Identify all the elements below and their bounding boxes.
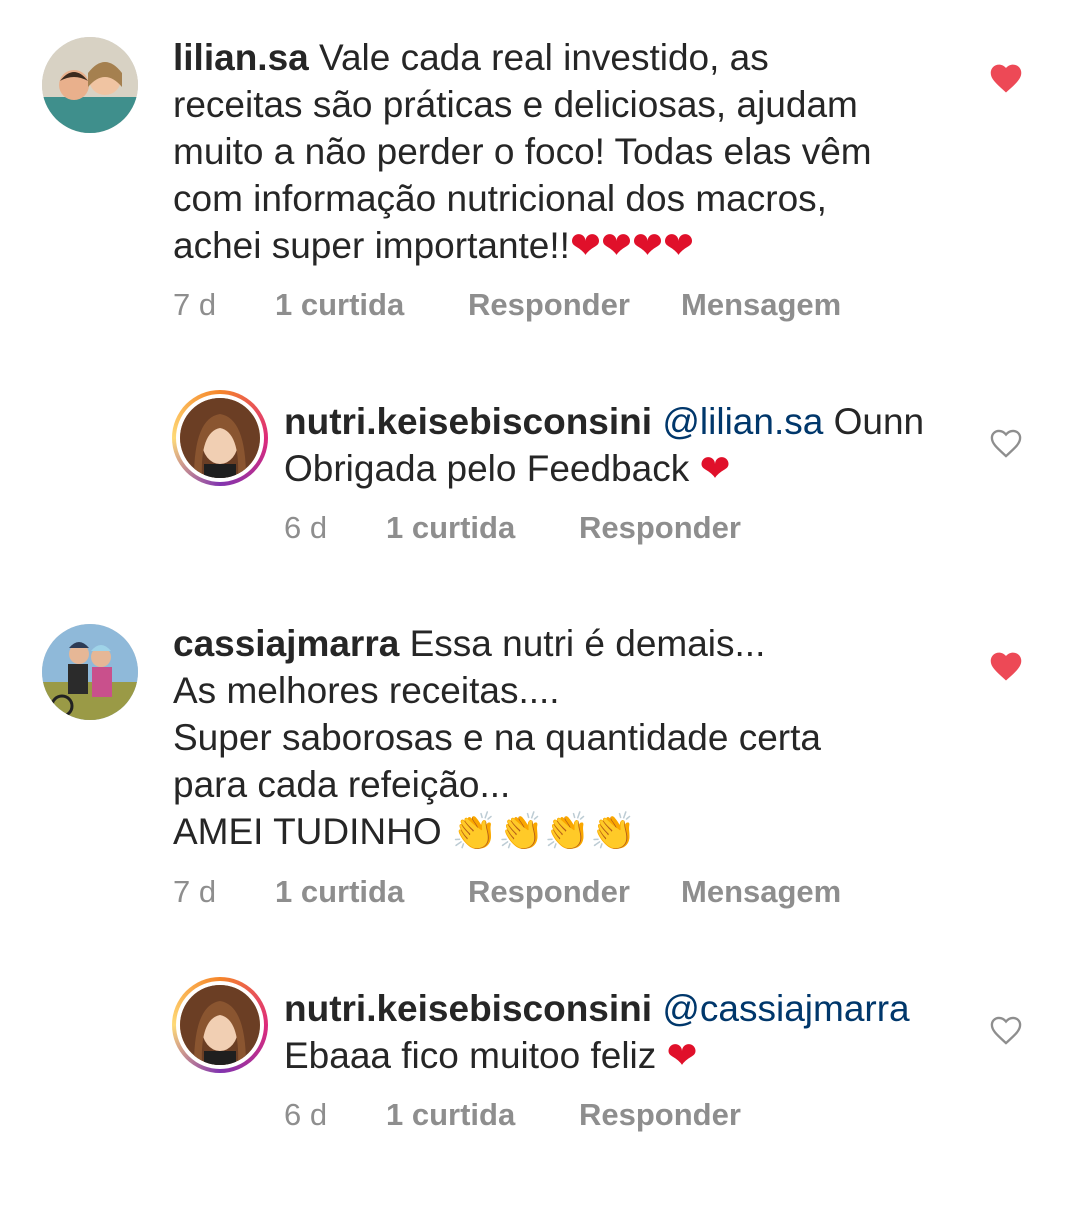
- likes-count[interactable]: 1 curtida: [386, 1097, 579, 1133]
- heart-outline-icon[interactable]: [988, 1014, 1024, 1046]
- likes-count[interactable]: 1 curtida: [275, 287, 468, 323]
- likes-count[interactable]: 1 curtida: [275, 874, 468, 910]
- comment-text: nutri.keisebisconsini @lilian.sa Ounn Ob…: [284, 398, 964, 492]
- avatar[interactable]: [42, 37, 138, 133]
- comment-time: 6 d: [284, 510, 328, 545]
- likes-count[interactable]: 1 curtida: [386, 510, 579, 546]
- heart-emoji: ❤❤❤❤: [569, 225, 694, 266]
- mention-link[interactable]: @cassiajmarra: [662, 988, 909, 1029]
- reply-button[interactable]: Responder: [579, 510, 792, 546]
- comment-username[interactable]: cassiajmarra: [173, 623, 399, 664]
- mention-link[interactable]: @lilian.sa: [662, 401, 823, 442]
- comment-time: 6 d: [284, 1097, 328, 1132]
- avatar-photo: [176, 981, 264, 1069]
- avatar[interactable]: [172, 977, 268, 1073]
- comment-meta: 7 d 1 curtida Responder Mensagem: [173, 287, 841, 323]
- heart-outline-icon[interactable]: [988, 427, 1024, 459]
- comment-text: nutri.keisebisconsini @cassiajmarra Ebaa…: [284, 985, 964, 1079]
- comment-meta: 6 d 1 curtida Responder: [284, 510, 792, 546]
- avatar[interactable]: [172, 390, 268, 486]
- reply-button[interactable]: Responder: [468, 874, 681, 910]
- message-button[interactable]: Mensagem: [681, 874, 841, 910]
- heart-icon[interactable]: [988, 650, 1024, 682]
- avatar-photo: [176, 394, 264, 482]
- heart-emoji: ❤: [699, 448, 731, 489]
- clap-emoji: 👏👏👏👏: [451, 811, 637, 852]
- comment-meta: 6 d 1 curtida Responder: [284, 1097, 792, 1133]
- avatar[interactable]: [42, 624, 138, 720]
- heart-icon[interactable]: [988, 62, 1024, 94]
- comment-time: 7 d: [173, 874, 217, 909]
- comment-text: cassiajmarra Essa nutri é demais... As m…: [173, 620, 973, 855]
- comment-time: 7 d: [173, 287, 217, 322]
- comment-username[interactable]: lilian.sa: [173, 37, 309, 78]
- avatar-photo: [42, 624, 138, 720]
- comment-username[interactable]: nutri.keisebisconsini: [284, 988, 652, 1029]
- heart-emoji: ❤: [666, 1035, 698, 1076]
- comment-body: Ebaaa fico muitoo feliz: [284, 1035, 657, 1076]
- comment-text: lilian.sa Vale cada real investido, as r…: [173, 34, 973, 269]
- message-button[interactable]: Mensagem: [681, 287, 841, 323]
- avatar-photo: [42, 37, 138, 133]
- reply-button[interactable]: Responder: [579, 1097, 792, 1133]
- comment-username[interactable]: nutri.keisebisconsini: [284, 401, 652, 442]
- comment-meta: 7 d 1 curtida Responder Mensagem: [173, 874, 841, 910]
- reply-button[interactable]: Responder: [468, 287, 681, 323]
